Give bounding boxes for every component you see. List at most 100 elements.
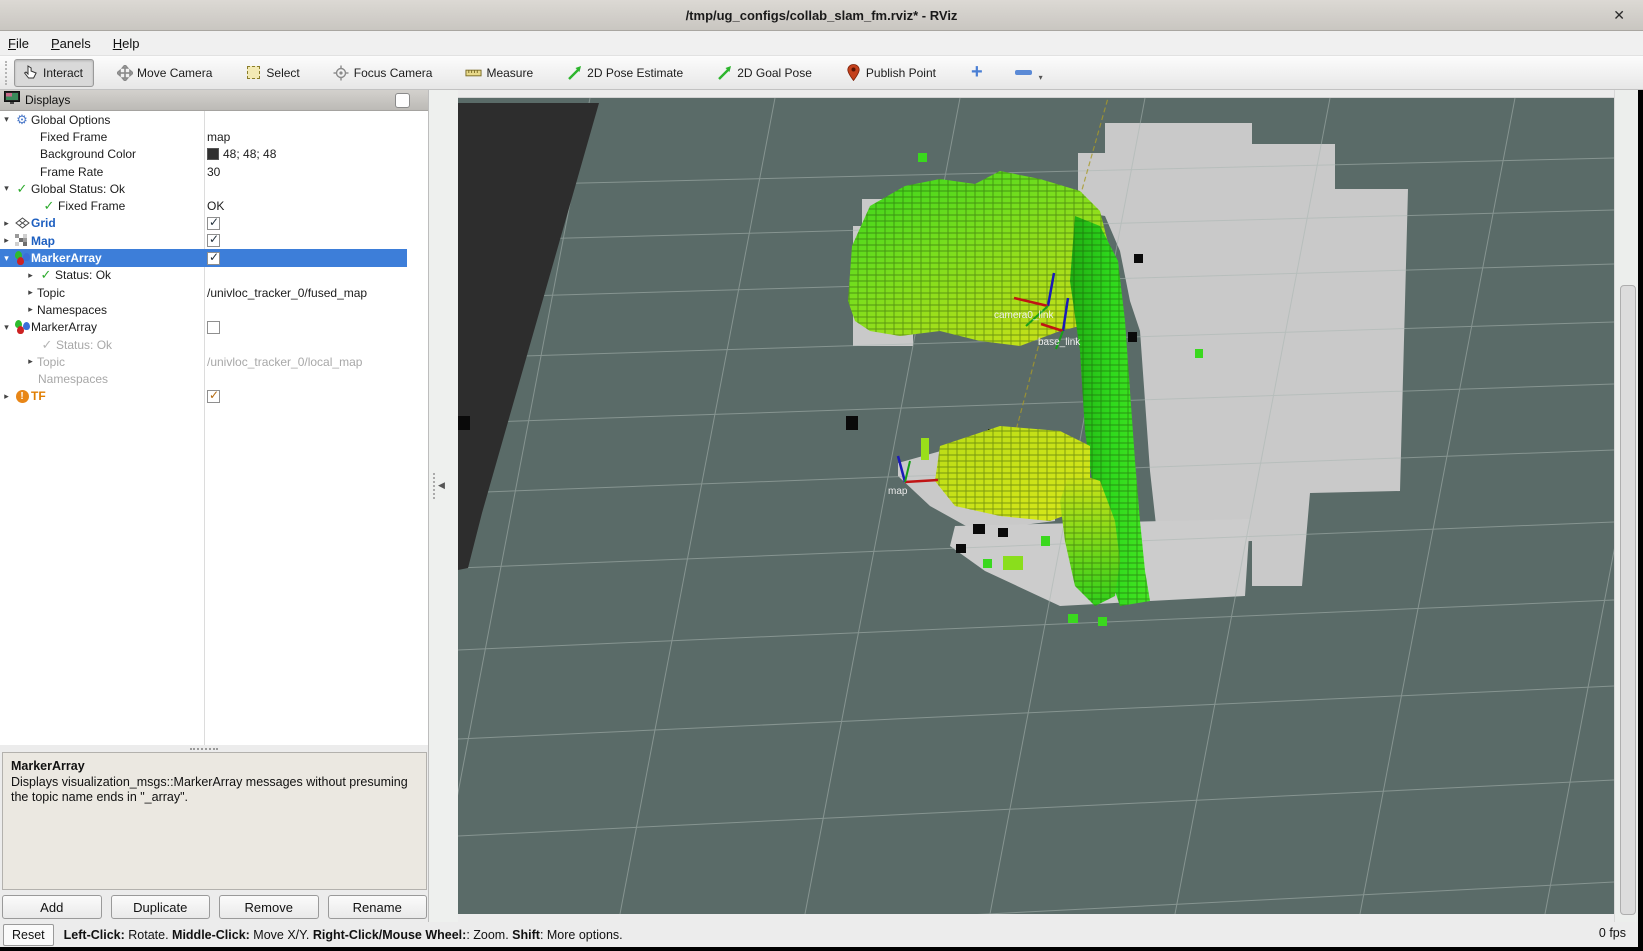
tree-row-marker-status[interactable]: ▸ ✓ Status: Ok (0, 267, 407, 284)
expander-icon[interactable]: ▾ (0, 183, 13, 194)
status-ok-check-icon: ✓ (38, 337, 56, 353)
menu-help[interactable]: Help (113, 33, 151, 54)
topic-value[interactable]: /univloc_tracker_0/fused_map (207, 284, 367, 301)
dropdown-arrow-icon: ▾ (1039, 73, 1043, 82)
gear-icon: ⚙ (13, 112, 31, 128)
tool-publish-point[interactable]: Publish Point (837, 59, 947, 87)
close-icon[interactable]: ✕ (1613, 7, 1625, 24)
menu-bar: File Panels Help (0, 31, 1643, 56)
reset-button[interactable]: Reset (3, 924, 54, 946)
display-description-box: MarkerArray Displays visualization_msgs:… (2, 752, 427, 890)
tf-enabled-checkbox[interactable] (207, 388, 220, 405)
panel-float-button[interactable] (395, 93, 410, 108)
tree-row-map[interactable]: ▸ Map (0, 232, 407, 249)
description-body: Displays visualization_msgs::MarkerArray… (11, 775, 418, 806)
displays-panel-header[interactable]: Displays (0, 90, 428, 111)
tree-row-global-options[interactable]: ▾ ⚙ Global Options (0, 111, 407, 128)
expander-icon[interactable]: ▸ (24, 304, 37, 315)
expander-icon[interactable]: ▸ (0, 235, 13, 246)
grid-display-icon (13, 217, 31, 229)
expander-icon[interactable]: ▸ (0, 218, 13, 229)
description-title: MarkerArray (11, 759, 418, 775)
tf-label-camera: camera0_link (994, 310, 1054, 321)
tree-row-global-status-fixed-frame[interactable]: ✓ Fixed Frame OK (0, 197, 407, 214)
tree-row-background-color[interactable]: Background Color 48; 48; 48 (0, 146, 407, 163)
gutter-handle (433, 473, 435, 499)
grid-enabled-checkbox[interactable] (207, 215, 220, 232)
displays-tree: ▾ ⚙ Global Options Fixed Frame map Backg… (0, 111, 428, 745)
tf-label-base: base_link (1038, 337, 1081, 348)
fixed-frame-value[interactable]: map (207, 128, 230, 145)
tree-row-frame-rate[interactable]: Frame Rate 30 (0, 163, 407, 180)
tool-measure[interactable]: Measure (457, 59, 544, 87)
toolbar: Interact Move Camera Select Focus Camera (0, 56, 1643, 90)
toolbar-drag-handle[interactable] (5, 61, 10, 85)
color-swatch (207, 148, 219, 160)
tree-row-grid[interactable]: ▸ Grid (0, 215, 407, 232)
expander-icon[interactable]: ▸ (24, 356, 37, 367)
tree-row-topic-fused[interactable]: ▸ Topic /univloc_tracker_0/fused_map (0, 284, 407, 301)
tree-row-marker-status-disabled[interactable]: ✓ Status: Ok (0, 336, 407, 353)
displays-panel: Displays ▾ ⚙ Global Options Fixed Frame … (0, 90, 428, 947)
tool-move-camera[interactable]: Move Camera (108, 59, 223, 87)
selection-box-icon (245, 64, 262, 81)
add-button[interactable]: Add (2, 895, 102, 919)
expander-icon[interactable]: ▸ (0, 391, 13, 402)
menu-file[interactable]: File (8, 33, 40, 54)
topic-value[interactable]: /univloc_tracker_0/local_map (207, 353, 362, 370)
expander-icon[interactable]: ▾ (0, 322, 13, 333)
tree-row-namespaces-disabled[interactable]: Namespaces (0, 370, 407, 387)
collapse-left-icon[interactable]: ◀ (438, 480, 445, 491)
map-display-icon (13, 234, 31, 247)
window-title: /tmp/ug_configs/collab_slam_fm.rviz* - R… (686, 8, 958, 23)
tree-row-topic-local[interactable]: ▸ Topic /univloc_tracker_0/local_map (0, 353, 407, 370)
map-enabled-checkbox[interactable] (207, 232, 220, 249)
panel-splitter-handle[interactable] (0, 745, 428, 752)
duplicate-button[interactable]: Duplicate (111, 895, 211, 919)
expander-icon[interactable]: ▾ (0, 253, 13, 264)
tf-warning-icon: ! (13, 390, 31, 403)
window-edge-bottom (0, 947, 1643, 951)
tree-row-marker-array-local[interactable]: ▾ MarkerArray (0, 319, 407, 336)
tool-2d-pose-estimate[interactable]: 2D Pose Estimate (558, 59, 694, 87)
tree-row-marker-array-fused[interactable]: ▾ MarkerArray (0, 249, 407, 266)
display-buttons: Add Duplicate Remove Rename (2, 895, 427, 919)
monitor-icon (4, 91, 20, 110)
frame-rate-value[interactable]: 30 (207, 163, 220, 180)
add-tool-button[interactable]: + (971, 61, 983, 84)
3d-viewport[interactable]: map camera0_link base_link (458, 97, 1614, 913)
menu-panels[interactable]: Panels (51, 33, 102, 54)
green-arrow-icon (716, 64, 733, 81)
marker-array-enabled-checkbox[interactable] (207, 319, 220, 336)
tree-row-tf[interactable]: ▸ ! TF (0, 388, 407, 405)
expander-icon[interactable]: ▾ (0, 114, 13, 125)
tf-label-map: map (888, 486, 908, 497)
fixed-frame-status-value: OK (207, 197, 224, 214)
map-pin-icon (845, 64, 862, 81)
tree-row-namespaces[interactable]: ▸ Namespaces (0, 301, 407, 318)
fps-counter: 0 fps (1599, 926, 1626, 940)
tree-row-global-status[interactable]: ▾ ✓ Global Status: Ok (0, 180, 407, 197)
expander-icon[interactable]: ▸ (24, 270, 37, 281)
title-bar: /tmp/ug_configs/collab_slam_fm.rviz* - R… (0, 0, 1643, 31)
right-scrollbar-thumb[interactable] (1620, 285, 1636, 915)
tool-focus-camera[interactable]: Focus Camera (325, 59, 444, 87)
tree-row-fixed-frame[interactable]: Fixed Frame map (0, 128, 407, 145)
focus-target-icon (333, 64, 350, 81)
remove-button[interactable]: Remove (219, 895, 319, 919)
scene-canvas[interactable]: map camera0_link base_link (458, 98, 1614, 914)
background-color-value[interactable]: 48; 48; 48 (207, 146, 276, 163)
tool-select[interactable]: Select (237, 59, 310, 87)
remove-tool-button[interactable]: ▾ (1015, 70, 1045, 75)
rviz-window: /tmp/ug_configs/collab_slam_fm.rviz* - R… (0, 0, 1643, 951)
marker-array-icon (13, 320, 31, 334)
expander-icon[interactable]: ▸ (24, 287, 37, 298)
status-ok-check-icon: ✓ (13, 181, 31, 197)
rename-button[interactable]: Rename (328, 895, 428, 919)
ruler-icon (465, 64, 482, 81)
tool-interact[interactable]: Interact (14, 59, 94, 87)
left-panel-collapse-gutter[interactable]: ◀ (428, 90, 458, 947)
tool-2d-goal-pose[interactable]: 2D Goal Pose (708, 59, 823, 87)
status-ok-check-icon: ✓ (40, 198, 58, 214)
marker-array-enabled-checkbox[interactable] (207, 249, 220, 266)
